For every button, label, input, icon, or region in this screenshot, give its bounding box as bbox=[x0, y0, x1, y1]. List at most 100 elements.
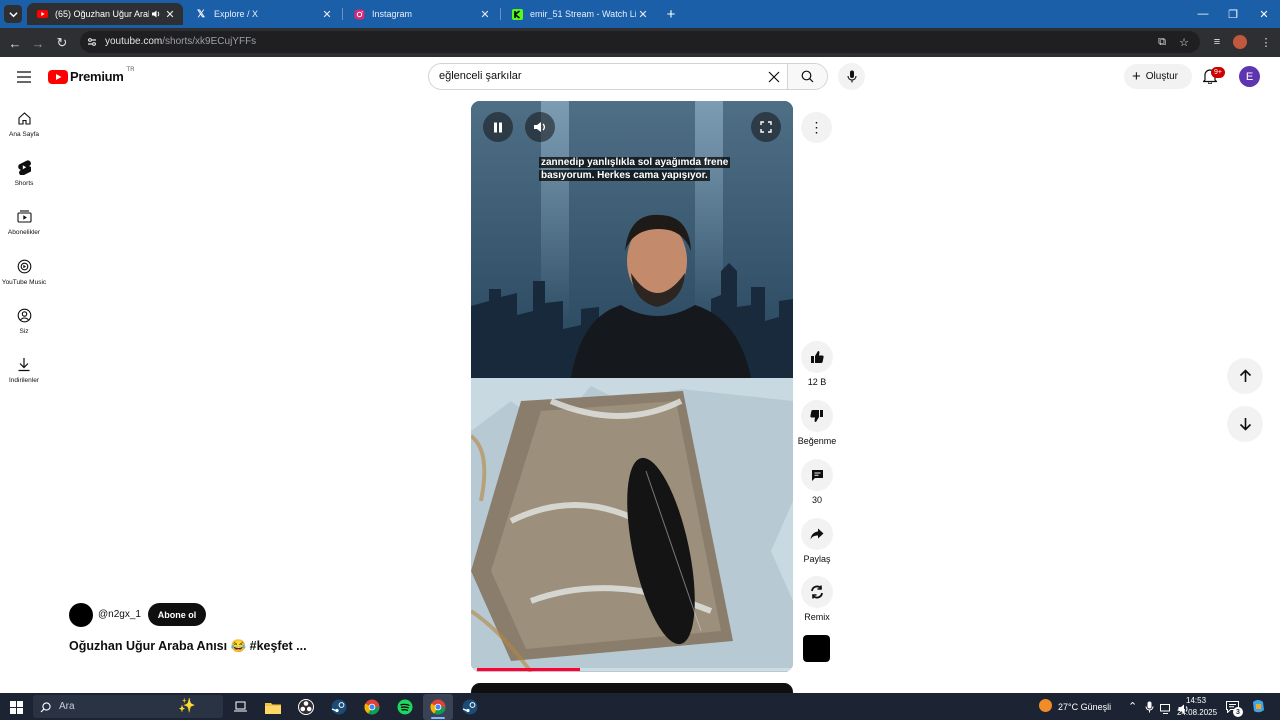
guide-label: Ana Sayfa bbox=[9, 131, 39, 138]
browser-menu-icon[interactable]: ⋮ bbox=[1257, 33, 1275, 51]
notification-count-badge: 3 bbox=[1233, 707, 1243, 717]
short-title[interactable]: Oğuzhan Uğur Araba Anısı 😂 #keşfet ... bbox=[69, 639, 307, 654]
window-close-button[interactable]: ✕ bbox=[1249, 0, 1279, 28]
close-icon[interactable]: ✕ bbox=[478, 7, 492, 21]
channel-avatar[interactable] bbox=[69, 603, 93, 627]
logo-text: Premium bbox=[70, 69, 124, 84]
create-button[interactable]: + Oluştur bbox=[1124, 64, 1192, 89]
guide-item-youtube-music[interactable]: YouTube Music bbox=[0, 256, 48, 286]
tab-kick[interactable]: emir_51 Stream - Watch Live on Kick ✕ bbox=[502, 3, 656, 25]
restore-icon: ❐ bbox=[1228, 8, 1238, 21]
like-action[interactable]: 12 B bbox=[797, 341, 837, 387]
search-input[interactable]: eğlenceli şarkılar bbox=[439, 70, 522, 82]
share-button[interactable] bbox=[801, 518, 833, 550]
share-icon bbox=[810, 528, 824, 540]
thumbs-up-icon bbox=[811, 351, 824, 363]
clear-search-icon[interactable] bbox=[768, 70, 780, 88]
remix-icon bbox=[811, 585, 823, 599]
logo-region: TR bbox=[126, 66, 135, 73]
tab-search-button[interactable] bbox=[4, 5, 22, 23]
clock-time[interactable]: 14:53 bbox=[1186, 696, 1206, 705]
chrome-button[interactable] bbox=[362, 697, 382, 717]
bookmark-star-icon[interactable]: ☆ bbox=[1175, 33, 1193, 51]
share-action[interactable]: Paylaş bbox=[797, 518, 837, 564]
taskbar-search-placeholder: Ara bbox=[59, 701, 75, 712]
network-icon[interactable] bbox=[1160, 701, 1173, 719]
tab-instagram[interactable]: Instagram ✕ bbox=[344, 3, 498, 25]
install-app-icon[interactable]: ⧉ bbox=[1153, 33, 1171, 51]
volume-button[interactable] bbox=[525, 112, 555, 142]
guide-label: Abonelikler bbox=[7, 229, 41, 236]
youtube-premium-logo[interactable]: Premium TR bbox=[48, 66, 135, 84]
pause-button[interactable] bbox=[483, 112, 513, 142]
close-icon[interactable]: ✕ bbox=[320, 7, 334, 21]
file-explorer-button[interactable] bbox=[263, 697, 283, 717]
guide-item-shorts[interactable]: Shorts bbox=[0, 157, 48, 187]
sound-thumbnail[interactable] bbox=[803, 635, 830, 662]
fullscreen-icon bbox=[760, 121, 772, 133]
shorts-video-player[interactable] bbox=[471, 101, 793, 672]
tab-title: Instagram bbox=[372, 9, 413, 19]
subscribe-button[interactable]: Abone ol bbox=[148, 603, 206, 626]
new-tab-button[interactable]: + bbox=[662, 5, 680, 23]
more-options-button[interactable]: ⋮ bbox=[801, 112, 832, 143]
chrome-active-button[interactable] bbox=[428, 697, 448, 717]
dislike-action[interactable]: Beğenme bbox=[797, 400, 837, 446]
thumbs-down-icon bbox=[810, 410, 823, 422]
search-button[interactable] bbox=[788, 64, 827, 89]
voice-search-button[interactable] bbox=[838, 63, 865, 90]
close-icon[interactable]: ✕ bbox=[163, 7, 177, 21]
windows-start-button[interactable] bbox=[6, 697, 26, 717]
previous-short-button[interactable] bbox=[1227, 358, 1263, 394]
dislike-label: Beğenme bbox=[797, 436, 837, 446]
copilot-icon[interactable] bbox=[1251, 699, 1266, 719]
share-label: Paylaş bbox=[803, 554, 831, 564]
remix-action[interactable]: Remix bbox=[797, 576, 837, 622]
microphone-icon[interactable] bbox=[1145, 700, 1154, 718]
audio-playing-icon[interactable] bbox=[149, 7, 163, 21]
tab-x[interactable]: 𝕏 Explore / X ✕ bbox=[186, 3, 340, 25]
tab-youtube[interactable]: (65) Oğuzhan Uğur Araba Anısı ✕ bbox=[27, 3, 183, 25]
forward-button[interactable]: → bbox=[28, 33, 48, 53]
obs-button[interactable] bbox=[296, 697, 316, 717]
like-count: 12 B bbox=[807, 377, 827, 387]
subscriptions-icon bbox=[0, 206, 48, 226]
restore-button[interactable]: ❐ bbox=[1218, 0, 1248, 28]
dislike-button[interactable] bbox=[801, 400, 833, 432]
guide-item-you[interactable]: Siz bbox=[0, 305, 48, 335]
like-button[interactable] bbox=[801, 341, 833, 373]
guide-label: Siz bbox=[19, 328, 29, 335]
guide-label: YouTube Music bbox=[1, 279, 47, 286]
windows-logo-icon bbox=[9, 700, 23, 714]
guide-item-home[interactable]: Ana Sayfa bbox=[0, 108, 48, 138]
channel-name[interactable]: @n2gx_1 bbox=[98, 609, 141, 620]
comment-icon bbox=[811, 469, 823, 481]
remix-button[interactable] bbox=[801, 576, 833, 608]
media-controls-icon[interactable]: ≡ bbox=[1208, 33, 1226, 51]
chevron-up-icon[interactable]: ⌃ bbox=[1128, 700, 1137, 713]
site-info-icon[interactable] bbox=[86, 35, 98, 53]
guide-menu-icon[interactable] bbox=[17, 70, 31, 88]
steam-button[interactable] bbox=[329, 697, 349, 717]
comments-action[interactable]: 30 bbox=[797, 459, 837, 505]
account-avatar[interactable]: E bbox=[1239, 66, 1260, 87]
back-button[interactable]: ← bbox=[5, 33, 25, 53]
spotify-button[interactable] bbox=[395, 697, 415, 717]
search-highlight-icon: ✨ bbox=[178, 697, 196, 713]
url-text: youtube.com/shorts/xk9ECujYFFs bbox=[105, 36, 256, 47]
close-icon[interactable]: ✕ bbox=[636, 7, 650, 21]
minimize-button[interactable]: — bbox=[1188, 0, 1218, 28]
steam-2-button[interactable] bbox=[460, 697, 480, 717]
weather-text[interactable]: 27°C Güneşli bbox=[1058, 702, 1111, 712]
task-view-button[interactable] bbox=[230, 697, 250, 717]
profile-avatar[interactable] bbox=[1233, 35, 1247, 49]
reload-button[interactable]: ↻ bbox=[52, 33, 72, 53]
clock-date[interactable]: 24.08.2025 bbox=[1177, 708, 1217, 717]
x-icon: 𝕏 bbox=[196, 8, 206, 20]
comments-button[interactable] bbox=[801, 459, 833, 491]
next-short-button[interactable] bbox=[1227, 406, 1263, 442]
guide-item-downloads[interactable]: İndirilenler bbox=[0, 354, 48, 384]
fullscreen-button[interactable] bbox=[751, 112, 781, 142]
guide-item-subscriptions[interactable]: Abonelikler bbox=[0, 206, 48, 236]
youtube-icon bbox=[36, 8, 48, 20]
